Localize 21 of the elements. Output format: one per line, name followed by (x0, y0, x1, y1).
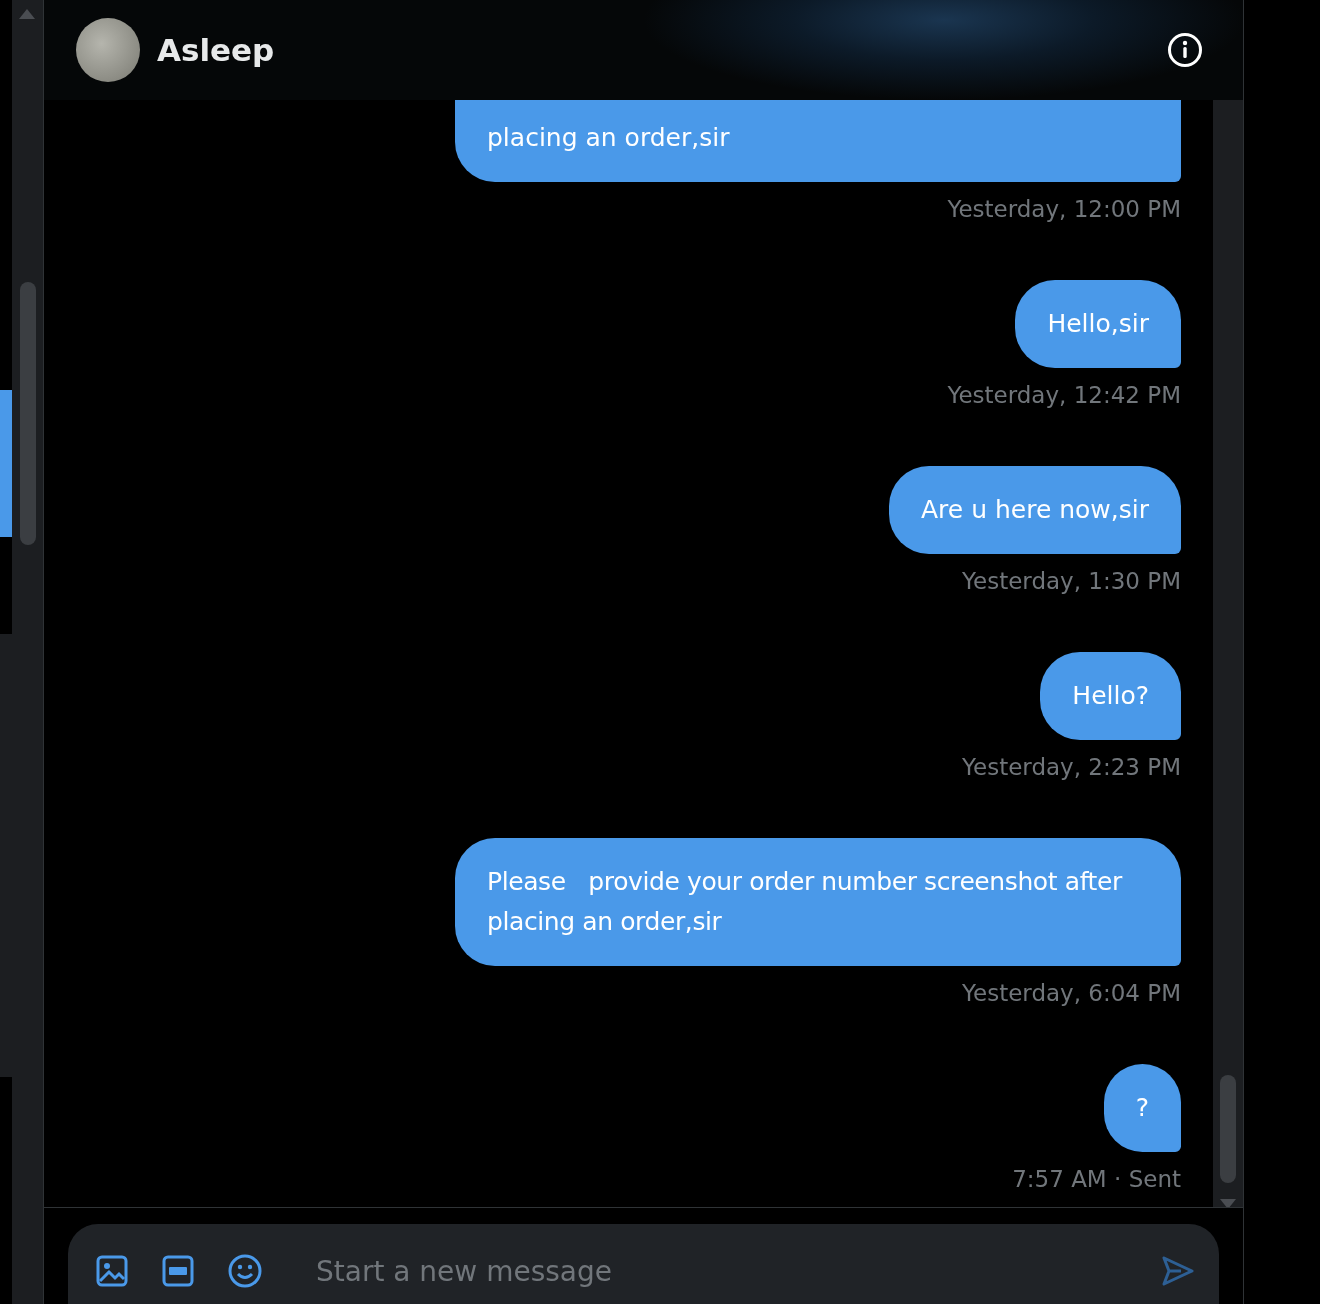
send-icon[interactable] (1161, 1255, 1195, 1287)
image-icon[interactable] (96, 1255, 128, 1287)
message-timestamp: Yesterday, 12:42 PM (947, 382, 1181, 408)
message-timestamp: Yesterday, 2:23 PM (962, 754, 1181, 780)
message-bubble: Please provide your order number screenshot after placing an order,sir (455, 838, 1181, 966)
message-bubble: Hello? (1040, 652, 1181, 740)
message-timestamp: 7:57 AM · Sent (1012, 1166, 1181, 1192)
message-timestamp: Yesterday, 1:30 PM (962, 568, 1181, 594)
info-icon[interactable] (1167, 32, 1203, 68)
message-input[interactable]: Start a new message (314, 1253, 1127, 1289)
emoji-icon[interactable] (228, 1254, 262, 1288)
message-bubble: Hello,sir (1015, 280, 1181, 368)
scrollbar-thumb[interactable] (1220, 1075, 1236, 1183)
message-bubble: ? (1103, 1064, 1181, 1152)
message-timestamp: Yesterday, 12:00 PM (947, 196, 1181, 222)
gif-icon[interactable] (162, 1255, 194, 1287)
contact-name: Asleep (157, 32, 276, 68)
scrollbar-thumb[interactable] (20, 282, 36, 545)
message-bubble: Are u here now,sir (889, 466, 1181, 554)
composer-bar[interactable]: Start a new message (68, 1224, 1219, 1304)
message-timestamp: Yesterday, 6:04 PM (962, 980, 1181, 1006)
